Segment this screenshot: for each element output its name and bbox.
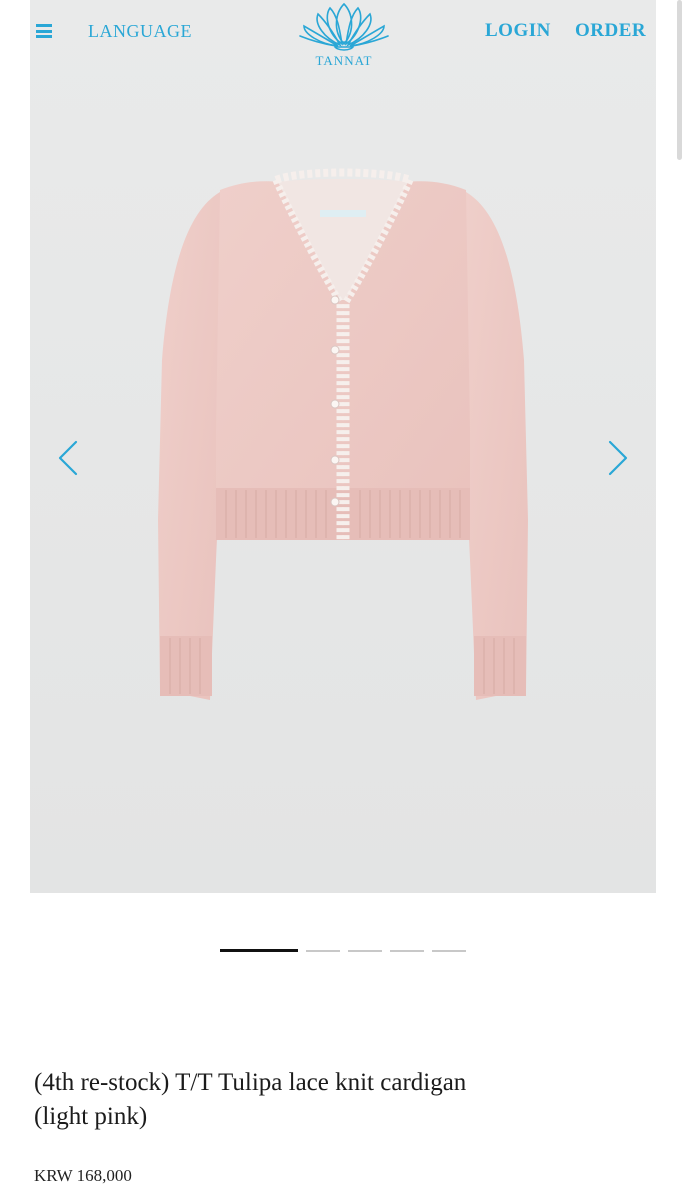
hamburger-icon[interactable] [36, 24, 52, 38]
product-image [30, 0, 656, 893]
slide-dot-4[interactable] [390, 950, 424, 952]
slide-dot-2[interactable] [306, 950, 340, 952]
product-title-line2: (light pink) [34, 1103, 148, 1130]
order-link[interactable]: ORDER [575, 20, 646, 42]
product-title: (4th re-stock) T/T Tulipa lace knit card… [34, 1066, 634, 1134]
product-image-gallery[interactable] [30, 0, 656, 893]
shell-logo-icon [299, 2, 389, 51]
product-price: KRW 168,000 [34, 1166, 132, 1185]
login-link[interactable]: LOGIN [485, 20, 551, 42]
brand-name: TANNAT [315, 53, 373, 68]
language-link[interactable]: LANGUAGE [88, 21, 192, 42]
product-title-line1: (4th re-stock) T/T Tulipa lace knit card… [34, 1069, 467, 1096]
chevron-right-icon[interactable] [606, 440, 630, 476]
site-header: LANGUAGE TANNAT LOGIN ORDER [0, 0, 686, 70]
chevron-left-icon[interactable] [56, 440, 80, 476]
brand-logo[interactable]: TANNAT [294, 0, 394, 70]
slide-dot-3[interactable] [348, 950, 382, 952]
slide-dot-5[interactable] [432, 950, 466, 952]
slide-dot-1[interactable] [220, 949, 298, 952]
